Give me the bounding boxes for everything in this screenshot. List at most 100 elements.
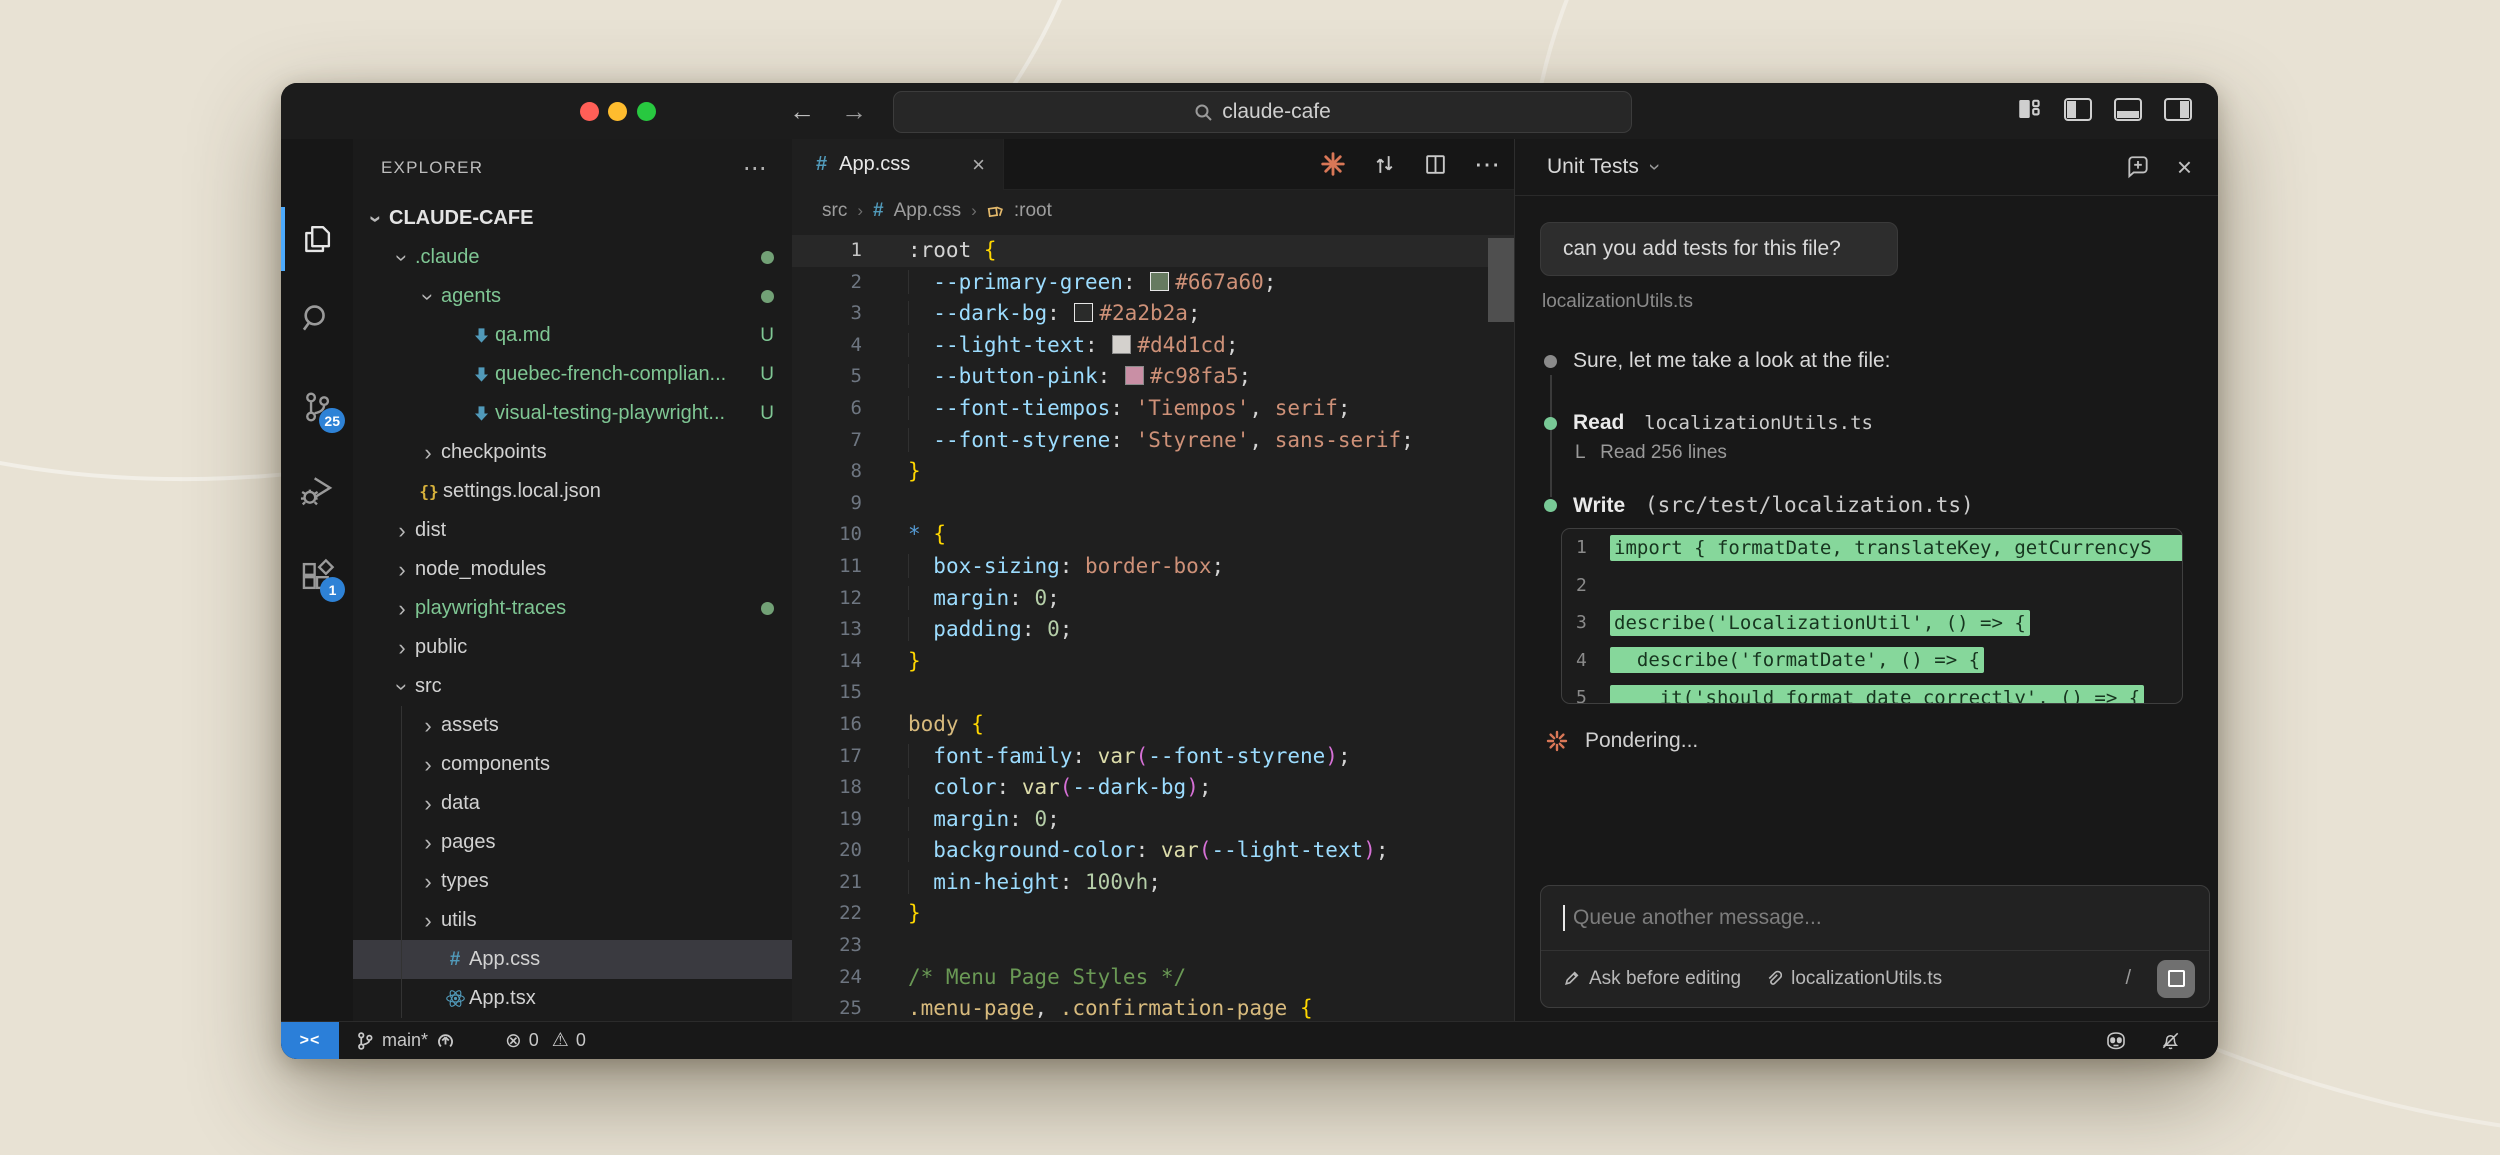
tree-item-settings-local-json[interactable]: ›{}settings.local.json — [353, 472, 792, 511]
line-number: 10 — [792, 519, 862, 551]
tab-app-css[interactable]: # App.css × — [792, 139, 1004, 190]
back-arrow-icon[interactable]: ← — [789, 95, 815, 127]
close-panel-icon[interactable]: × — [2177, 152, 2192, 183]
copilot-status-item[interactable] — [2104, 1022, 2128, 1059]
line-number: 9 — [792, 488, 862, 520]
toggle-panel-icon[interactable] — [2114, 98, 2142, 121]
close-tab-icon[interactable]: × — [972, 152, 985, 178]
breadcrumb-src[interactable]: src — [822, 200, 847, 222]
run-debug-view-icon[interactable] — [281, 457, 353, 521]
source-control-view-icon[interactable]: 25 — [281, 375, 353, 439]
tree-item-playwright-traces[interactable]: ›playwright-traces — [353, 589, 792, 628]
status-row: Pondering... — [1545, 729, 1698, 753]
extensions-view-icon[interactable]: 1 — [281, 544, 353, 608]
tree-item-utils[interactable]: ›utils — [353, 901, 792, 940]
stop-icon — [2168, 970, 2185, 987]
tree-item-src[interactable]: ›src — [353, 667, 792, 706]
line-number: 6 — [792, 393, 862, 425]
chevron-down-icon: › — [389, 674, 415, 700]
desktop-background: ← → claude-cafe — [0, 0, 2500, 1155]
extensions-badge: 1 — [320, 577, 345, 602]
forward-arrow-icon[interactable]: → — [841, 95, 867, 127]
editor-scrollbar-thumb[interactable] — [1488, 238, 1514, 322]
editor-more-actions-icon[interactable]: ⋯ — [1474, 149, 1500, 180]
minimize-traffic-light[interactable] — [608, 102, 627, 121]
tree-item-assets[interactable]: ›assets — [353, 706, 792, 745]
tree-item-data[interactable]: ›data — [353, 784, 792, 823]
notifications-muted-item[interactable] — [2159, 1022, 2182, 1059]
tree-root-claude-cafe[interactable]: › CLAUDE-CAFE — [353, 199, 792, 238]
tree-item-app-tsx[interactable]: ›App.tsx — [353, 979, 792, 1018]
explorer-sidebar: EXPLORER ⋯ › CLAUDE-CAFE ›.claude›agents… — [353, 139, 793, 1022]
claude-starburst-icon[interactable] — [1320, 151, 1346, 177]
tree-item-label: App.tsx — [469, 987, 536, 1010]
color-swatch[interactable] — [1074, 303, 1093, 322]
session-title[interactable]: Unit Tests — [1547, 155, 1639, 179]
tree-item-label: agents — [441, 285, 501, 308]
line-number: 19 — [792, 804, 862, 836]
color-swatch[interactable] — [1125, 366, 1144, 385]
git-branch-item[interactable]: main* — [355, 1022, 456, 1059]
pencil-icon — [1563, 970, 1580, 987]
color-swatch[interactable] — [1150, 272, 1169, 291]
tree-item-visual-testing-playwright[interactable]: ›visual-testing-playwright...U — [353, 394, 792, 433]
code-editor[interactable]: 1:root {2 --primary-green: #667a60;3 --d… — [792, 235, 1514, 1022]
explorer-view-icon[interactable] — [281, 207, 353, 271]
indent-guide — [401, 979, 402, 1018]
tree-item-components[interactable]: ›components — [353, 745, 792, 784]
workspace-root-label: CLAUDE-CAFE — [389, 207, 533, 230]
composer-input[interactable]: Queue another message... — [1541, 886, 2209, 951]
tree-item-agents[interactable]: ›agents — [353, 277, 792, 316]
message-composer: Queue another message... Ask before edit… — [1540, 885, 2210, 1008]
tree-item-qa-md[interactable]: ›qa.mdU — [353, 316, 792, 355]
code-line: 22} — [792, 898, 1514, 930]
tree-item-checkpoints[interactable]: ›checkpoints — [353, 433, 792, 472]
read-step-target[interactable]: localizationUtils.ts — [1644, 412, 1873, 434]
split-editor-icon[interactable] — [1423, 152, 1448, 177]
remote-indicator[interactable]: >< — [281, 1022, 339, 1059]
close-traffic-light[interactable] — [580, 102, 599, 121]
toggle-primary-sidebar-icon[interactable] — [2064, 98, 2092, 121]
code-line: 15 — [792, 677, 1514, 709]
css-file-icon: # — [441, 949, 469, 971]
customize-layout-icon[interactable] — [2016, 97, 2042, 121]
activity-bar: 25 1 — [281, 139, 353, 1022]
warnings-count: 0 — [576, 1030, 586, 1051]
tree-item-quebec-french-complian[interactable]: ›quebec-french-complian...U — [353, 355, 792, 394]
status-text: Pondering... — [1585, 729, 1698, 753]
breadcrumb-file[interactable]: App.css — [894, 200, 962, 222]
react-file-icon — [445, 988, 466, 1009]
diff-line-text: it('should format date correctly', () =>… — [1610, 685, 2144, 704]
tree-item-node-modules[interactable]: ›node_modules — [353, 550, 792, 589]
code-line: 5 --button-pink: #c98fa5; — [792, 361, 1514, 393]
open-changes-icon[interactable] — [1372, 152, 1397, 177]
new-chat-icon[interactable] — [2125, 154, 2151, 180]
md-file-icon — [467, 404, 495, 423]
chevron-down-icon[interactable]: › — [1642, 164, 1666, 171]
toggle-secondary-sidebar-icon[interactable] — [2164, 98, 2192, 121]
problems-item[interactable]: ⊗ 0 ⚠ 0 — [505, 1022, 586, 1059]
explorer-more-actions-icon[interactable]: ⋯ — [743, 154, 768, 183]
chevron-down-icon: › — [415, 284, 441, 310]
maximize-traffic-light[interactable] — [637, 102, 656, 121]
command-center-search[interactable]: claude-cafe — [893, 91, 1632, 133]
slash-command-hint[interactable]: / — [2125, 967, 2131, 990]
tree-item-types[interactable]: ›types — [353, 862, 792, 901]
code-line: 19 margin: 0; — [792, 804, 1514, 836]
search-value: claude-cafe — [1222, 100, 1331, 124]
tree-item-dist[interactable]: ›dist — [353, 511, 792, 550]
color-swatch[interactable] — [1112, 335, 1131, 354]
tree-item-public[interactable]: ›public — [353, 628, 792, 667]
tree-item-pages[interactable]: ›pages — [353, 823, 792, 862]
attachment-chip[interactable]: localizationUtils.ts — [1765, 968, 1942, 990]
search-view-icon[interactable] — [281, 287, 353, 351]
write-step-target[interactable]: (src/test/localization.ts) — [1645, 493, 1974, 517]
status-bar: >< main* ⊗ 0 ⚠ 0 — [281, 1021, 2218, 1059]
breadcrumb-symbol[interactable]: :root — [1014, 200, 1052, 222]
edit-mode-toggle[interactable]: Ask before editing — [1563, 968, 1741, 990]
code-line: 11 box-sizing: border-box; — [792, 551, 1514, 583]
tree-item-app-css[interactable]: ›#App.css — [353, 940, 792, 979]
line-number: 25 — [792, 993, 862, 1022]
stop-button[interactable] — [2157, 960, 2195, 998]
tree-item-claude[interactable]: ›.claude — [353, 238, 792, 277]
